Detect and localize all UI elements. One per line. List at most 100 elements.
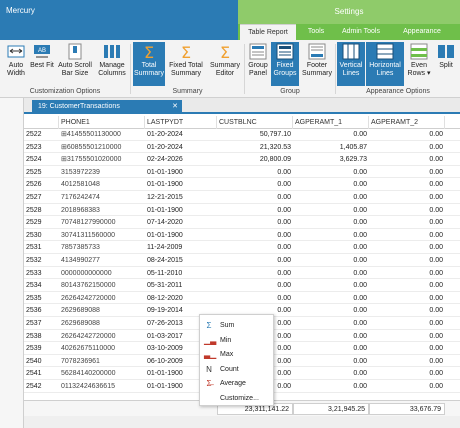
row-number[interactable]: 2527 [24, 192, 59, 204]
table-row[interactable]: 2532 4134990277 08-24-2015 0.00 0.00 0.00 [24, 255, 460, 267]
tab-customer-transactions[interactable]: 19: CustomerTransactions ✕ [32, 100, 182, 114]
cell-phone1[interactable]: ⊞31755501020000 [59, 154, 145, 166]
row-number[interactable]: 2540 [24, 356, 59, 368]
cell-phone1[interactable]: 3153972239 [59, 167, 145, 179]
table-row[interactable]: 2530 30741311560000 01-01-1900 0.00 0.00 0.00 [24, 230, 460, 242]
cell-agperamt-2[interactable]: 0.00 [369, 192, 445, 204]
table-row[interactable]: 2534 80143762150000 05-31-2011 0.00 0.00 0.00 [24, 280, 460, 292]
cell-agperamt-2[interactable]: 0.00 [369, 179, 445, 191]
cell-lastpydt[interactable]: 01-01-1900 [145, 205, 217, 217]
cell-agperamt-2[interactable]: 0.00 [369, 368, 445, 380]
left-side-panel[interactable] [0, 98, 24, 428]
cell-phone1[interactable]: 01132424636615 [59, 381, 145, 393]
cell-agperamt-1[interactable]: 0.00 [293, 217, 369, 229]
cell-agperamt-1[interactable]: 0.00 [293, 381, 369, 393]
close-icon[interactable]: ✕ [172, 100, 178, 114]
cell-phone1[interactable]: 4134990277 [59, 255, 145, 267]
column-header-agperamt-1[interactable]: AGPERAMT_1 [293, 116, 369, 129]
cell-agperamt-1[interactable]: 0.00 [293, 343, 369, 355]
cell-agperamt-2[interactable]: 0.00 [369, 129, 445, 141]
cell-agperamt-1[interactable]: 0.00 [293, 255, 369, 267]
cell-agperamt-2[interactable]: 0.00 [369, 167, 445, 179]
table-row[interactable]: 2523 ⊞60855501210000 01-20-2024 21,320.53 1,… [24, 142, 460, 154]
cell-agperamt-2[interactable]: 0.00 [369, 343, 445, 355]
tab-table-report[interactable]: Table Report [240, 24, 296, 40]
cell-agperamt-1[interactable]: 0.00 [293, 318, 369, 330]
cell-agperamt-1[interactable]: 0.00 [293, 230, 369, 242]
row-number[interactable]: 2523 [24, 142, 59, 154]
table-row[interactable]: 2528 2018968383 01-01-1900 0.00 0.00 0.00 [24, 205, 460, 217]
cell-agperamt-1[interactable]: 0.00 [293, 280, 369, 292]
cell-agperamt-1[interactable]: 3,629.73 [293, 154, 369, 166]
table-row[interactable]: 2526 4012581048 01-01-1900 0.00 0.00 0.00 [24, 179, 460, 192]
cell-agperamt-2[interactable]: 0.00 [369, 293, 445, 305]
cell-lastpydt[interactable]: 11-24-2009 [145, 242, 217, 254]
column-header-phone1[interactable]: PHONE1 [59, 116, 145, 129]
cell-agperamt-2[interactable]: 0.00 [369, 242, 445, 254]
cell-lastpydt[interactable]: 08-24-2015 [145, 255, 217, 267]
cell-custblnc[interactable]: 0.00 [217, 192, 293, 204]
column-header-custblnc[interactable]: CUSTBLNC [217, 116, 293, 129]
table-row[interactable]: 2527 7176242474 12-21-2015 0.00 0.00 0.00 [24, 192, 460, 204]
row-number[interactable]: 2522 [24, 129, 59, 141]
row-number[interactable]: 2530 [24, 230, 59, 242]
menu-item-count[interactable]: N Count [200, 363, 275, 377]
cell-agperamt-2[interactable]: 0.00 [369, 381, 445, 393]
cell-custblnc[interactable]: 0.00 [217, 230, 293, 242]
fixed-groups-button[interactable]: Fixed Groups [271, 42, 299, 86]
group-panel-button[interactable]: Group Panel [246, 42, 270, 86]
row-number[interactable]: 2537 [24, 318, 59, 330]
cell-agperamt-1[interactable]: 0.00 [293, 129, 369, 141]
auto-scroll-bar-size-button[interactable]: Auto Scroll Bar Size [56, 42, 94, 86]
cell-custblnc[interactable]: 0.00 [217, 293, 293, 305]
cell-agperamt-1[interactable]: 0.00 [293, 167, 369, 179]
cell-agperamt-2[interactable]: 0.00 [369, 230, 445, 242]
row-number[interactable]: 2533 [24, 268, 59, 280]
cell-agperamt-2[interactable]: 0.00 [369, 142, 445, 154]
table-row[interactable]: 2535 26264242720000 08-12-2020 0.00 0.00 0.00 [24, 293, 460, 305]
total-summary-button[interactable]: Σ Total Summary [133, 42, 165, 86]
cell-agperamt-1[interactable]: 0.00 [293, 293, 369, 305]
row-number[interactable]: 2526 [24, 179, 59, 191]
summary-editor-button[interactable]: Σ Summary Editor [207, 42, 243, 86]
cell-phone1[interactable]: 2629689088 [59, 305, 145, 317]
footer-summary-button[interactable]: Footer Summary [300, 42, 334, 86]
cell-lastpydt[interactable]: 02-24-2026 [145, 154, 217, 166]
tab-tools[interactable]: Tools [300, 24, 332, 40]
cell-custblnc[interactable]: 0.00 [217, 205, 293, 217]
cell-phone1[interactable]: 40262675110000 [59, 343, 145, 355]
cell-lastpydt[interactable]: 01-01-1900 [145, 230, 217, 242]
cell-phone1[interactable]: 7176242474 [59, 192, 145, 204]
cell-agperamt-2[interactable]: 0.00 [369, 305, 445, 317]
column-header-lastpydt[interactable]: LASTPYDT [145, 116, 217, 129]
cell-lastpydt[interactable]: 01-01-1900 [145, 167, 217, 179]
cell-custblnc[interactable]: 0.00 [217, 255, 293, 267]
cell-phone1[interactable]: ⊞41455501130000 [59, 129, 145, 141]
cell-lastpydt[interactable]: 07-14-2020 [145, 217, 217, 229]
cell-agperamt-1[interactable]: 0.00 [293, 242, 369, 254]
even-rows-button[interactable]: Even Rows ▾ [405, 42, 433, 86]
cell-agperamt-1[interactable]: 0.00 [293, 205, 369, 217]
footer-total-agperamt-1[interactable]: 3,21,945.25 [293, 403, 369, 415]
row-number[interactable]: 2539 [24, 343, 59, 355]
row-number[interactable]: 2536 [24, 305, 59, 317]
cell-agperamt-2[interactable]: 0.00 [369, 331, 445, 343]
table-row[interactable]: 2531 7857385733 11-24-2009 0.00 0.00 0.00 [24, 242, 460, 255]
cell-agperamt-2[interactable]: 0.00 [369, 154, 445, 166]
cell-phone1[interactable]: 2629689088 [59, 318, 145, 330]
horizontal-lines-button[interactable]: Horizontal Lines [366, 42, 404, 86]
column-header-agperamt-2[interactable]: AGPERAMT_2 [369, 116, 445, 129]
cell-agperamt-2[interactable]: 0.00 [369, 255, 445, 267]
cell-lastpydt[interactable]: 01-01-1900 [145, 179, 217, 191]
cell-lastpydt[interactable]: 01-20-2024 [145, 142, 217, 154]
cell-lastpydt[interactable]: 08-12-2020 [145, 293, 217, 305]
cell-agperamt-1[interactable]: 0.00 [293, 268, 369, 280]
table-row[interactable]: 2533 0000000000000 05-11-2010 0.00 0.00 0.00 [24, 268, 460, 280]
cell-custblnc[interactable]: 0.00 [217, 280, 293, 292]
cell-custblnc[interactable]: 0.00 [217, 242, 293, 254]
cell-agperamt-1[interactable]: 0.00 [293, 192, 369, 204]
table-row[interactable]: 2522 ⊞41455501130000 01-20-2024 50,797.10 0.… [24, 129, 460, 141]
cell-agperamt-1[interactable]: 1,405.87 [293, 142, 369, 154]
cell-phone1[interactable]: 4012581048 [59, 179, 145, 191]
tab-appearance[interactable]: Appearance [392, 24, 452, 40]
